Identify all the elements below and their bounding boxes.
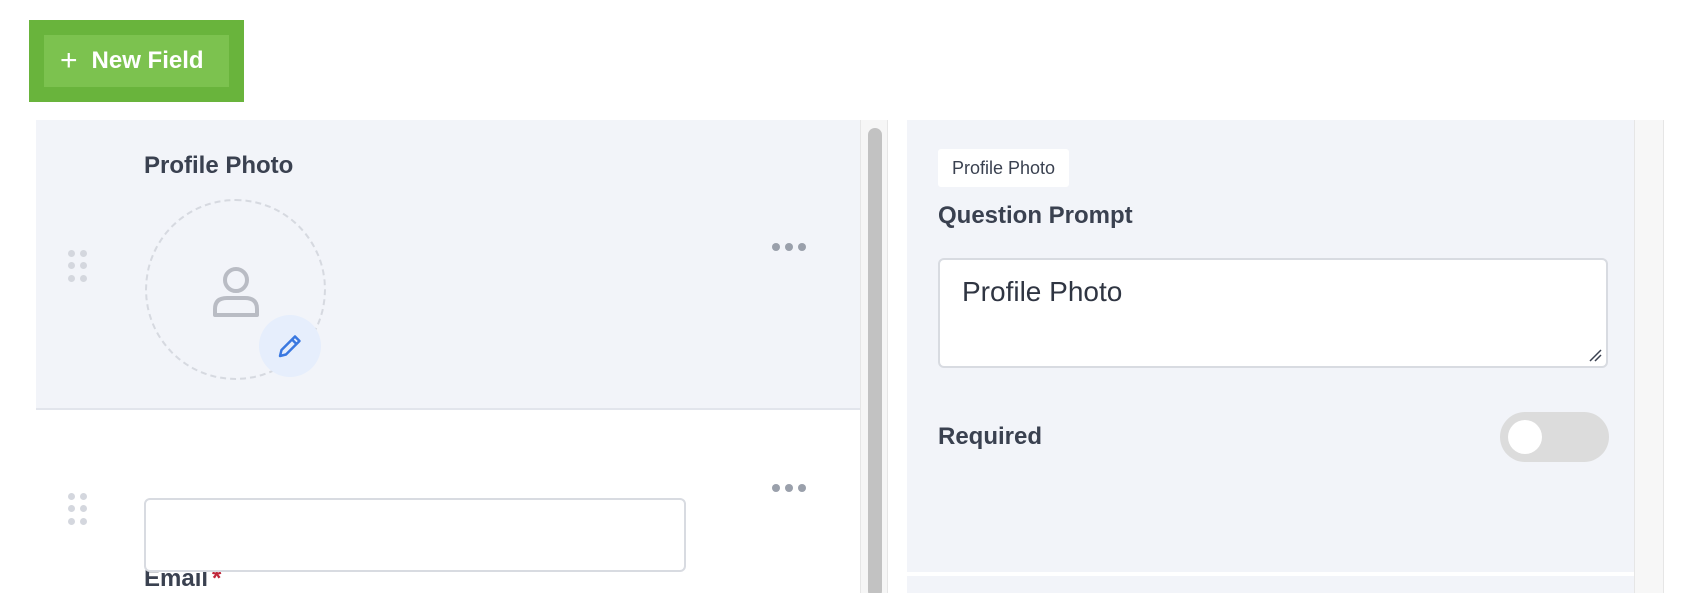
field-options-button[interactable]: [766, 478, 812, 498]
field-label-profile-photo: Profile Photo: [144, 152, 294, 179]
person-icon: [213, 267, 259, 317]
pencil-icon: [278, 335, 301, 358]
required-toggle[interactable]: [1500, 412, 1609, 462]
resize-grip-icon[interactable]: [1588, 348, 1602, 362]
field-settings-panel: Profile Photo Question Prompt Profile Ph…: [907, 120, 1634, 572]
field-row-profile-photo[interactable]: Profile Photo: [36, 120, 860, 410]
more-horizontal-icon: [772, 484, 780, 492]
new-field-label: New Field: [91, 47, 204, 74]
field-type-tag: Profile Photo: [938, 149, 1070, 187]
drag-handle-icon[interactable]: [68, 493, 88, 527]
question-prompt-input[interactable]: Profile Photo: [938, 258, 1608, 368]
field-options-button[interactable]: [766, 237, 812, 257]
drag-handle-icon[interactable]: [68, 250, 88, 284]
settings-scrollbar[interactable]: [1634, 120, 1664, 593]
toggle-knob: [1508, 420, 1542, 454]
question-prompt-label: Question Prompt: [938, 202, 1133, 229]
form-builder: + New Field Profile Photo Email * Profil…: [0, 0, 1700, 593]
new-field-button-container: + New Field: [29, 20, 244, 102]
scrollbar-thumb[interactable]: [868, 128, 882, 593]
new-field-button[interactable]: + New Field: [44, 35, 229, 87]
edit-photo-button[interactable]: [259, 315, 321, 377]
plus-icon: +: [60, 44, 78, 77]
question-prompt-value: Profile Photo: [962, 276, 1123, 307]
list-scrollbar[interactable]: [860, 120, 888, 593]
email-input[interactable]: [144, 498, 686, 572]
required-label: Required: [938, 423, 1043, 450]
more-horizontal-icon: [772, 243, 780, 251]
settings-panel-next-section: [907, 576, 1634, 593]
